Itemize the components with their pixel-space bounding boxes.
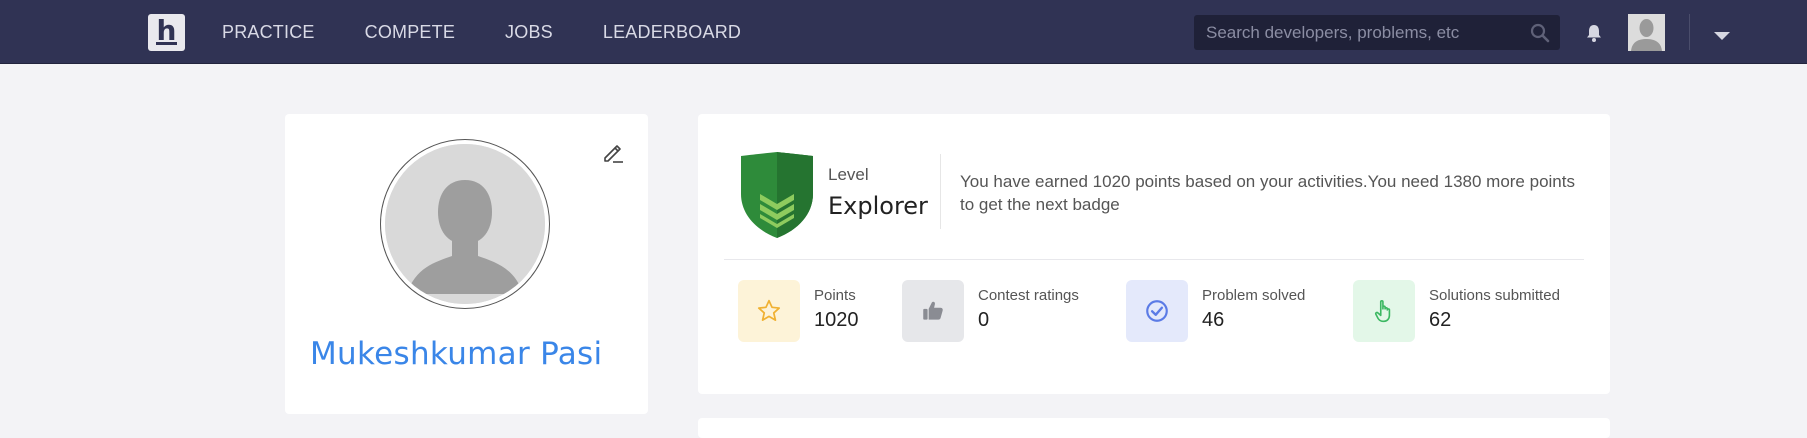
hand-pointer-icon [1353,280,1415,342]
level-label: Level [828,165,869,184]
thumbs-up-icon [902,280,964,342]
stat-value: 62 [1429,309,1452,331]
stat-label: Contest ratings [978,287,1079,304]
profile-card: Mukeshkumar Pasi [285,114,648,414]
nav-jobs[interactable]: JOBS [505,22,553,43]
stat-solutions-submitted: Solutions submitted 62 [1353,280,1560,342]
level-name: Explorer [828,192,928,220]
stat-contest-ratings: Contest ratings 0 [902,280,1079,342]
stat-problem-solved: Problem solved 46 [1126,280,1305,342]
search-input[interactable] [1194,15,1560,50]
profile-avatar[interactable] [380,139,550,309]
star-icon [738,280,800,342]
hackerearth-logo[interactable]: h [148,14,185,51]
next-card-edge [698,418,1610,438]
level-card: Level Explorer You have earned 1020 poin… [698,114,1610,394]
chevron-down-icon[interactable] [1713,28,1731,46]
stat-points: Points 1020 [738,280,859,342]
check-circle-icon [1126,280,1188,342]
avatar-silhouette-icon [1628,14,1665,51]
shield-badge-icon [738,152,816,243]
nav-practice[interactable]: PRACTICE [222,22,315,43]
stat-label: Solutions submitted [1429,287,1560,304]
nav-divider [1689,14,1690,50]
stats-divider [724,259,1584,260]
top-navbar: h PRACTICE COMPETE JOBS LEADERBOARD [0,0,1807,64]
avatar-silhouette-icon [385,144,545,304]
level-progress-message: You have earned 1020 points based on you… [960,172,1575,214]
stat-label: Points [814,287,856,304]
level-divider [940,154,941,229]
stat-value: 46 [1202,309,1225,331]
logo-letter: h [156,13,177,47]
search-icon[interactable] [1530,23,1550,48]
nav-leaderboard[interactable]: LEADERBOARD [603,22,741,43]
search-box [1194,15,1560,50]
profile-name[interactable]: Mukeshkumar Pasi [310,336,602,372]
avatar[interactable] [1628,14,1665,51]
stat-label: Problem solved [1202,287,1306,304]
nav-links: PRACTICE COMPETE JOBS LEADERBOARD [222,0,791,64]
nav-compete[interactable]: COMPETE [365,22,455,43]
stat-value: 0 [978,309,990,331]
edit-pencil-icon[interactable] [601,141,625,170]
bell-icon[interactable] [1584,23,1604,48]
stat-value: 1020 [814,309,859,331]
